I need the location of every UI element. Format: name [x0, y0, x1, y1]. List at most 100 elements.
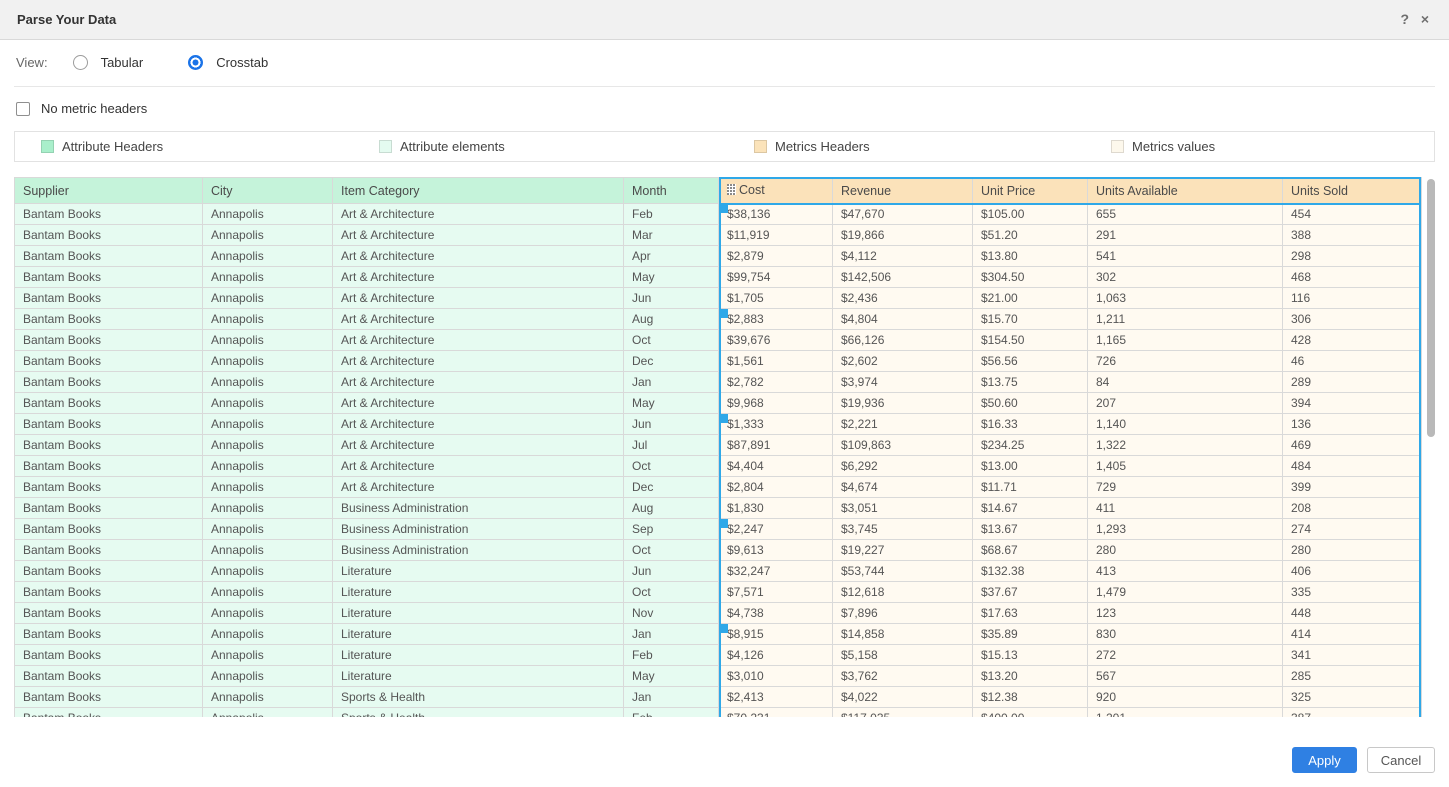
cell-units-available: 302 — [1088, 267, 1283, 288]
cell-month: Mar — [624, 225, 719, 246]
cell-month: May — [624, 393, 719, 414]
cell-month: Jun — [624, 561, 719, 582]
column-header-units-available[interactable]: Units Available — [1088, 178, 1283, 204]
cell-month: May — [624, 666, 719, 687]
cell-unit-price: $15.13 — [973, 645, 1088, 666]
cell-supplier: Bantam Books — [15, 582, 203, 603]
cell-supplier: Bantam Books — [15, 435, 203, 456]
cell-revenue: $5,158 — [833, 645, 973, 666]
cell-units-available: 1,293 — [1088, 519, 1283, 540]
vertical-scrollbar-thumb[interactable] — [1427, 179, 1435, 437]
cell-revenue: $19,866 — [833, 225, 973, 246]
legend-label: Metrics values — [1132, 139, 1215, 154]
cell-units-sold: 448 — [1283, 603, 1422, 624]
cell-units-sold: 399 — [1283, 477, 1422, 498]
cell-city: Annapolis — [203, 456, 333, 477]
column-header-unit-price[interactable]: Unit Price — [973, 178, 1088, 204]
cell-supplier: Bantam Books — [15, 225, 203, 246]
table-row: Bantam BooksAnnapolisBusiness Administra… — [15, 519, 1422, 540]
cell-unit-price: $17.63 — [973, 603, 1088, 624]
view-option-tabular[interactable]: Tabular — [73, 55, 144, 70]
cell-units-sold: 208 — [1283, 498, 1422, 519]
cell-item-category: Literature — [333, 624, 624, 645]
cell-item-category: Art & Architecture — [333, 267, 624, 288]
cell-item-category: Art & Architecture — [333, 456, 624, 477]
radio-crosstab-icon[interactable] — [188, 55, 203, 70]
selection-handle[interactable] — [721, 624, 728, 633]
help-icon[interactable]: ? — [1400, 11, 1409, 27]
cell-units-sold: 414 — [1283, 624, 1422, 645]
column-header-revenue[interactable]: Revenue — [833, 178, 973, 204]
close-icon[interactable]: × — [1421, 11, 1429, 27]
cell-units-sold: 46 — [1283, 351, 1422, 372]
selection-handle[interactable] — [721, 414, 728, 423]
selection-handle[interactable] — [721, 204, 728, 213]
cell-units-available: 291 — [1088, 225, 1283, 246]
cell-item-category: Sports & Health — [333, 687, 624, 708]
cell-unit-price: $13.75 — [973, 372, 1088, 393]
cell-cost: $1,561 — [719, 351, 833, 372]
cell-unit-price: $68.67 — [973, 540, 1088, 561]
column-header-city[interactable]: City — [203, 178, 333, 204]
cell-city: Annapolis — [203, 540, 333, 561]
cell-units-available: 567 — [1088, 666, 1283, 687]
cell-units-sold: 298 — [1283, 246, 1422, 267]
cell-supplier: Bantam Books — [15, 372, 203, 393]
cell-item-category: Business Administration — [333, 498, 624, 519]
radio-tabular-icon[interactable] — [73, 55, 88, 70]
cell-month: Sep — [624, 519, 719, 540]
table-row: Bantam BooksAnnapolisArt & ArchitectureD… — [15, 351, 1422, 372]
cell-item-category: Sports & Health — [333, 708, 624, 718]
selection-handle[interactable] — [721, 309, 728, 318]
apply-button[interactable]: Apply — [1292, 747, 1357, 773]
dialog-titlebar: Parse Your Data ? × — [0, 0, 1449, 40]
cell-revenue: $3,051 — [833, 498, 973, 519]
cancel-button[interactable]: Cancel — [1367, 747, 1435, 773]
column-header-units-sold[interactable]: Units Sold — [1283, 178, 1422, 204]
cell-month: Aug — [624, 498, 719, 519]
table-row: Bantam BooksAnnapolisBusiness Administra… — [15, 498, 1422, 519]
view-option-crosstab[interactable]: Crosstab — [188, 55, 268, 70]
cell-city: Annapolis — [203, 519, 333, 540]
no-metric-headers-option[interactable]: No metric headers — [16, 101, 147, 116]
cell-unit-price: $13.67 — [973, 519, 1088, 540]
cell-city: Annapolis — [203, 666, 333, 687]
table-row: Bantam BooksAnnapolisLiteratureFeb$4,126… — [15, 645, 1422, 666]
cell-revenue: $142,506 — [833, 267, 973, 288]
cell-revenue: $3,974 — [833, 372, 973, 393]
column-header-supplier[interactable]: Supplier — [15, 178, 203, 204]
cell-cost: $99,754 — [719, 267, 833, 288]
no-metric-headers-label: No metric headers — [41, 101, 147, 116]
cell-month: Feb — [624, 204, 719, 225]
cell-units-available: 655 — [1088, 204, 1283, 225]
selection-handle[interactable] — [721, 519, 728, 528]
cell-units-available: 272 — [1088, 645, 1283, 666]
cell-unit-price: $13.00 — [973, 456, 1088, 477]
cell-revenue: $14,858 — [833, 624, 973, 645]
cell-cost: $2,782 — [719, 372, 833, 393]
cell-units-sold: 468 — [1283, 267, 1422, 288]
no-metric-headers-checkbox[interactable] — [16, 102, 30, 116]
cell-cost: $7,571 — [719, 582, 833, 603]
table-row: Bantam BooksAnnapolisArt & ArchitectureM… — [15, 225, 1422, 246]
cell-supplier: Bantam Books — [15, 498, 203, 519]
cell-unit-price: $13.20 — [973, 666, 1088, 687]
table-row: Bantam BooksAnnapolisArt & ArchitectureF… — [15, 204, 1422, 225]
cell-unit-price: $37.67 — [973, 582, 1088, 603]
cell-units-available: 1,405 — [1088, 456, 1283, 477]
cell-units-available: 84 — [1088, 372, 1283, 393]
cell-units-available: 411 — [1088, 498, 1283, 519]
cell-city: Annapolis — [203, 687, 333, 708]
column-header-item-category[interactable]: Item Category — [333, 178, 624, 204]
cell-item-category: Literature — [333, 603, 624, 624]
cell-revenue: $19,227 — [833, 540, 973, 561]
cell-cost: $32,247 — [719, 561, 833, 582]
legend: Attribute Headers Attribute elements Met… — [14, 131, 1435, 162]
cell-units-sold: 388 — [1283, 225, 1422, 246]
cell-supplier: Bantam Books — [15, 330, 203, 351]
cell-month: Jun — [624, 288, 719, 309]
legend-item-attribute-headers: Attribute Headers — [41, 132, 163, 161]
column-header-month[interactable]: Month — [624, 178, 719, 204]
table-header-row: SupplierCityItem CategoryMonthCostRevenu… — [15, 178, 1422, 204]
column-header-cost[interactable]: Cost — [719, 178, 833, 204]
